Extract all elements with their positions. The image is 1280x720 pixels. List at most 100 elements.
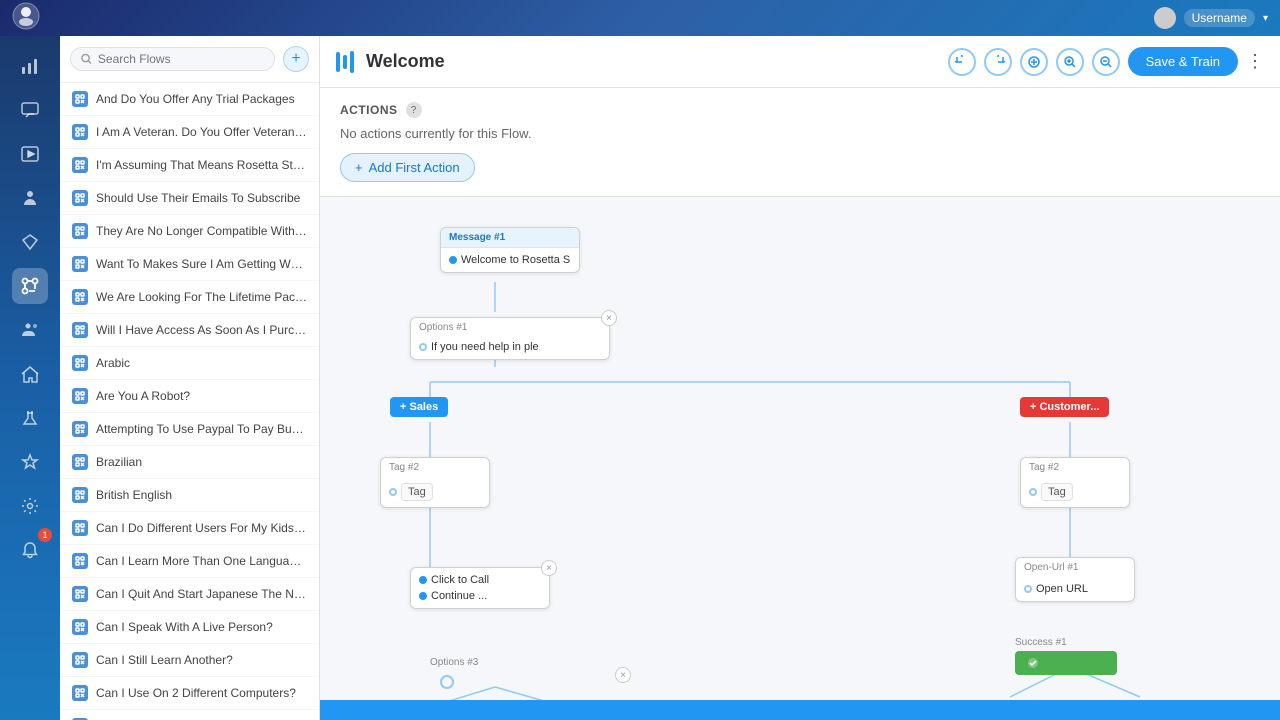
checkmark-icon — [1027, 657, 1039, 669]
tag-row: Tag — [389, 483, 481, 501]
actions-header: ACTIONS ? — [340, 102, 1260, 118]
message-1-node[interactable]: Message #1 Welcome to Rosetta S — [440, 227, 580, 273]
sidebar-item[interactable]: British English — [60, 479, 319, 512]
nav-icon-settings[interactable] — [12, 488, 48, 524]
plus-icon: + — [355, 160, 363, 175]
zoom-in-button[interactable] — [1056, 48, 1084, 76]
sales-button[interactable]: + Sales — [390, 397, 448, 417]
sidebar-item-text: Attempting To Use Paypal To Pay But, No … — [96, 422, 307, 436]
username-display[interactable]: Username — [1184, 9, 1255, 27]
sidebar-item[interactable]: We Are Looking For The Lifetime Package — [60, 281, 319, 314]
zoom-fit-button[interactable] — [1020, 48, 1048, 76]
success-1-node[interactable] — [1015, 651, 1117, 675]
options-1-close[interactable]: × — [601, 310, 617, 326]
options-3-close[interactable]: × — [615, 667, 631, 683]
tag-input-left[interactable]: Tag — [401, 483, 433, 501]
sidebar-item[interactable]: And Do You Offer Any Trial Packages — [60, 83, 319, 116]
sidebar-item[interactable]: Will I Have Access As Soon As I Purchase… — [60, 314, 319, 347]
undo-button[interactable] — [948, 48, 976, 76]
sidebar-item-text: Can I Learn More Than One Language At A … — [96, 554, 307, 568]
nav-icon-lab[interactable] — [12, 400, 48, 436]
sidebar-item-icon-18 — [72, 685, 88, 701]
tag-input-right[interactable]: Tag — [1041, 483, 1073, 501]
nav-icon-users[interactable] — [12, 312, 48, 348]
nav-icon-chat[interactable] — [12, 92, 48, 128]
nav-icon-media[interactable] — [12, 136, 48, 172]
nav-icon-analytics[interactable] — [12, 48, 48, 84]
sidebar-item[interactable]: I Am A Veteran. Do You Offer Veterans Di… — [60, 116, 319, 149]
add-flow-button[interactable]: + — [283, 46, 309, 72]
node-dot — [389, 488, 397, 496]
sidebar-item[interactable]: Brazilian — [60, 446, 319, 479]
tag-2-right-node[interactable]: Tag #2 Tag — [1020, 457, 1130, 508]
actions-help-icon[interactable]: ? — [406, 102, 422, 118]
user-avatar[interactable] — [1154, 7, 1176, 29]
sidebar-item-text: Want To Makes Sure I Am Getting What I T… — [96, 257, 307, 271]
open-url-label: Open-Url #1 — [1016, 558, 1134, 577]
sidebar-item[interactable]: I'm Assuming That Means Rosetta Stone Ca… — [60, 149, 319, 182]
sidebar-item[interactable]: Are You A Robot? — [60, 380, 319, 413]
sidebar-item-text: Are You A Robot? — [96, 389, 307, 403]
redo-button[interactable] — [984, 48, 1012, 76]
actions-panel: ACTIONS ? No actions currently for this … — [320, 88, 1280, 197]
sidebar-item-icon-17 — [72, 652, 88, 668]
click-to-call-node[interactable]: Click to Call Continue ... × — [410, 567, 550, 609]
search-input[interactable] — [98, 52, 264, 66]
open-url-body: Open URL — [1016, 577, 1134, 601]
sidebar-item[interactable]: Can I Quit And Start Japanese The Next D… — [60, 578, 319, 611]
sidebar-item-icon-9 — [72, 388, 88, 404]
sidebar-item[interactable]: Can I Learn More Than One Language At A … — [60, 545, 319, 578]
sidebar-item-icon-14 — [72, 553, 88, 569]
sidebar-item-icon-15 — [72, 586, 88, 602]
sidebar-item[interactable]: Arabic — [60, 347, 319, 380]
customer-button[interactable]: + Customer... — [1020, 397, 1109, 417]
sidebar-item-text: Arabic — [96, 356, 307, 370]
sidebar-item[interactable]: Can I Use Rosetta Stone On My Macbook Pr… — [60, 710, 319, 720]
app-logo — [12, 2, 40, 30]
nav-icon-diamond[interactable] — [12, 224, 48, 260]
sidebar-item[interactable]: Want To Makes Sure I Am Getting What I T… — [60, 248, 319, 281]
sidebar-item-text: Can I Quit And Start Japanese The Next D… — [96, 587, 307, 601]
options-3-dot — [440, 675, 454, 689]
bar2 — [343, 55, 347, 69]
add-first-action-button[interactable]: + Add First Action — [340, 153, 475, 182]
sidebar-item[interactable]: Attempting To Use Paypal To Pay But, No … — [60, 413, 319, 446]
nav-icon-audience[interactable] — [12, 180, 48, 216]
open-url-node[interactable]: Open-Url #1 Open URL — [1015, 557, 1135, 602]
sidebar-item[interactable]: Can I Speak With A Live Person? — [60, 611, 319, 644]
sidebar: + And Do You Offer Any Trial Packages I … — [60, 36, 320, 720]
zoom-out-button[interactable] — [1092, 48, 1120, 76]
nav-icon-home[interactable] — [12, 356, 48, 392]
sidebar-item[interactable]: Can I Use On 2 Different Computers? — [60, 677, 319, 710]
sidebar-item-text: Should Use Their Emails To Subscribe — [96, 191, 307, 205]
sidebar-item-icon-7 — [72, 322, 88, 338]
tag-2-left-node[interactable]: Tag #2 Tag — [380, 457, 490, 508]
flow-canvas[interactable]: Message #1 Welcome to Rosetta S Options … — [320, 197, 1280, 720]
click-to-call-close[interactable]: × — [541, 560, 557, 576]
search-input-wrap[interactable] — [70, 47, 275, 71]
actions-label: ACTIONS — [340, 103, 398, 117]
sidebar-item-icon-8 — [72, 355, 88, 371]
options-3-label: Options #3 — [430, 657, 478, 668]
nav-icon-alerts[interactable] — [12, 532, 48, 568]
tag-row-right: Tag — [1029, 483, 1121, 501]
topbar-chevron-icon[interactable]: ▾ — [1263, 13, 1268, 24]
sidebar-item-text: British English — [96, 488, 307, 502]
actions-empty-text: No actions currently for this Flow. — [340, 126, 1260, 141]
open-url-text: Open URL — [1036, 583, 1088, 595]
sidebar-item[interactable]: Can I Do Different Users For My Kids?? — [60, 512, 319, 545]
message-1-header: Message #1 — [441, 228, 579, 248]
more-options-button[interactable]: ⋮ — [1246, 51, 1264, 72]
sidebar-item[interactable]: Can I Still Learn Another? — [60, 644, 319, 677]
options-1-row: If you need help in ple — [419, 341, 601, 353]
sidebar-item[interactable]: Should Use Their Emails To Subscribe — [60, 182, 319, 215]
customer-button-wrap: + Customer... — [1020, 397, 1109, 417]
sidebar-item-icon-10 — [72, 421, 88, 437]
sidebar-item[interactable]: They Are No Longer Compatible With Our M… — [60, 215, 319, 248]
sidebar-item-icon-2 — [72, 157, 88, 173]
continue-text: Continue ... — [431, 590, 487, 602]
save-train-button[interactable]: Save & Train — [1128, 47, 1238, 76]
options-1-node[interactable]: Options #1 If you need help in ple × — [410, 317, 610, 360]
nav-icon-favorites[interactable] — [12, 444, 48, 480]
nav-icon-flows[interactable] — [12, 268, 48, 304]
